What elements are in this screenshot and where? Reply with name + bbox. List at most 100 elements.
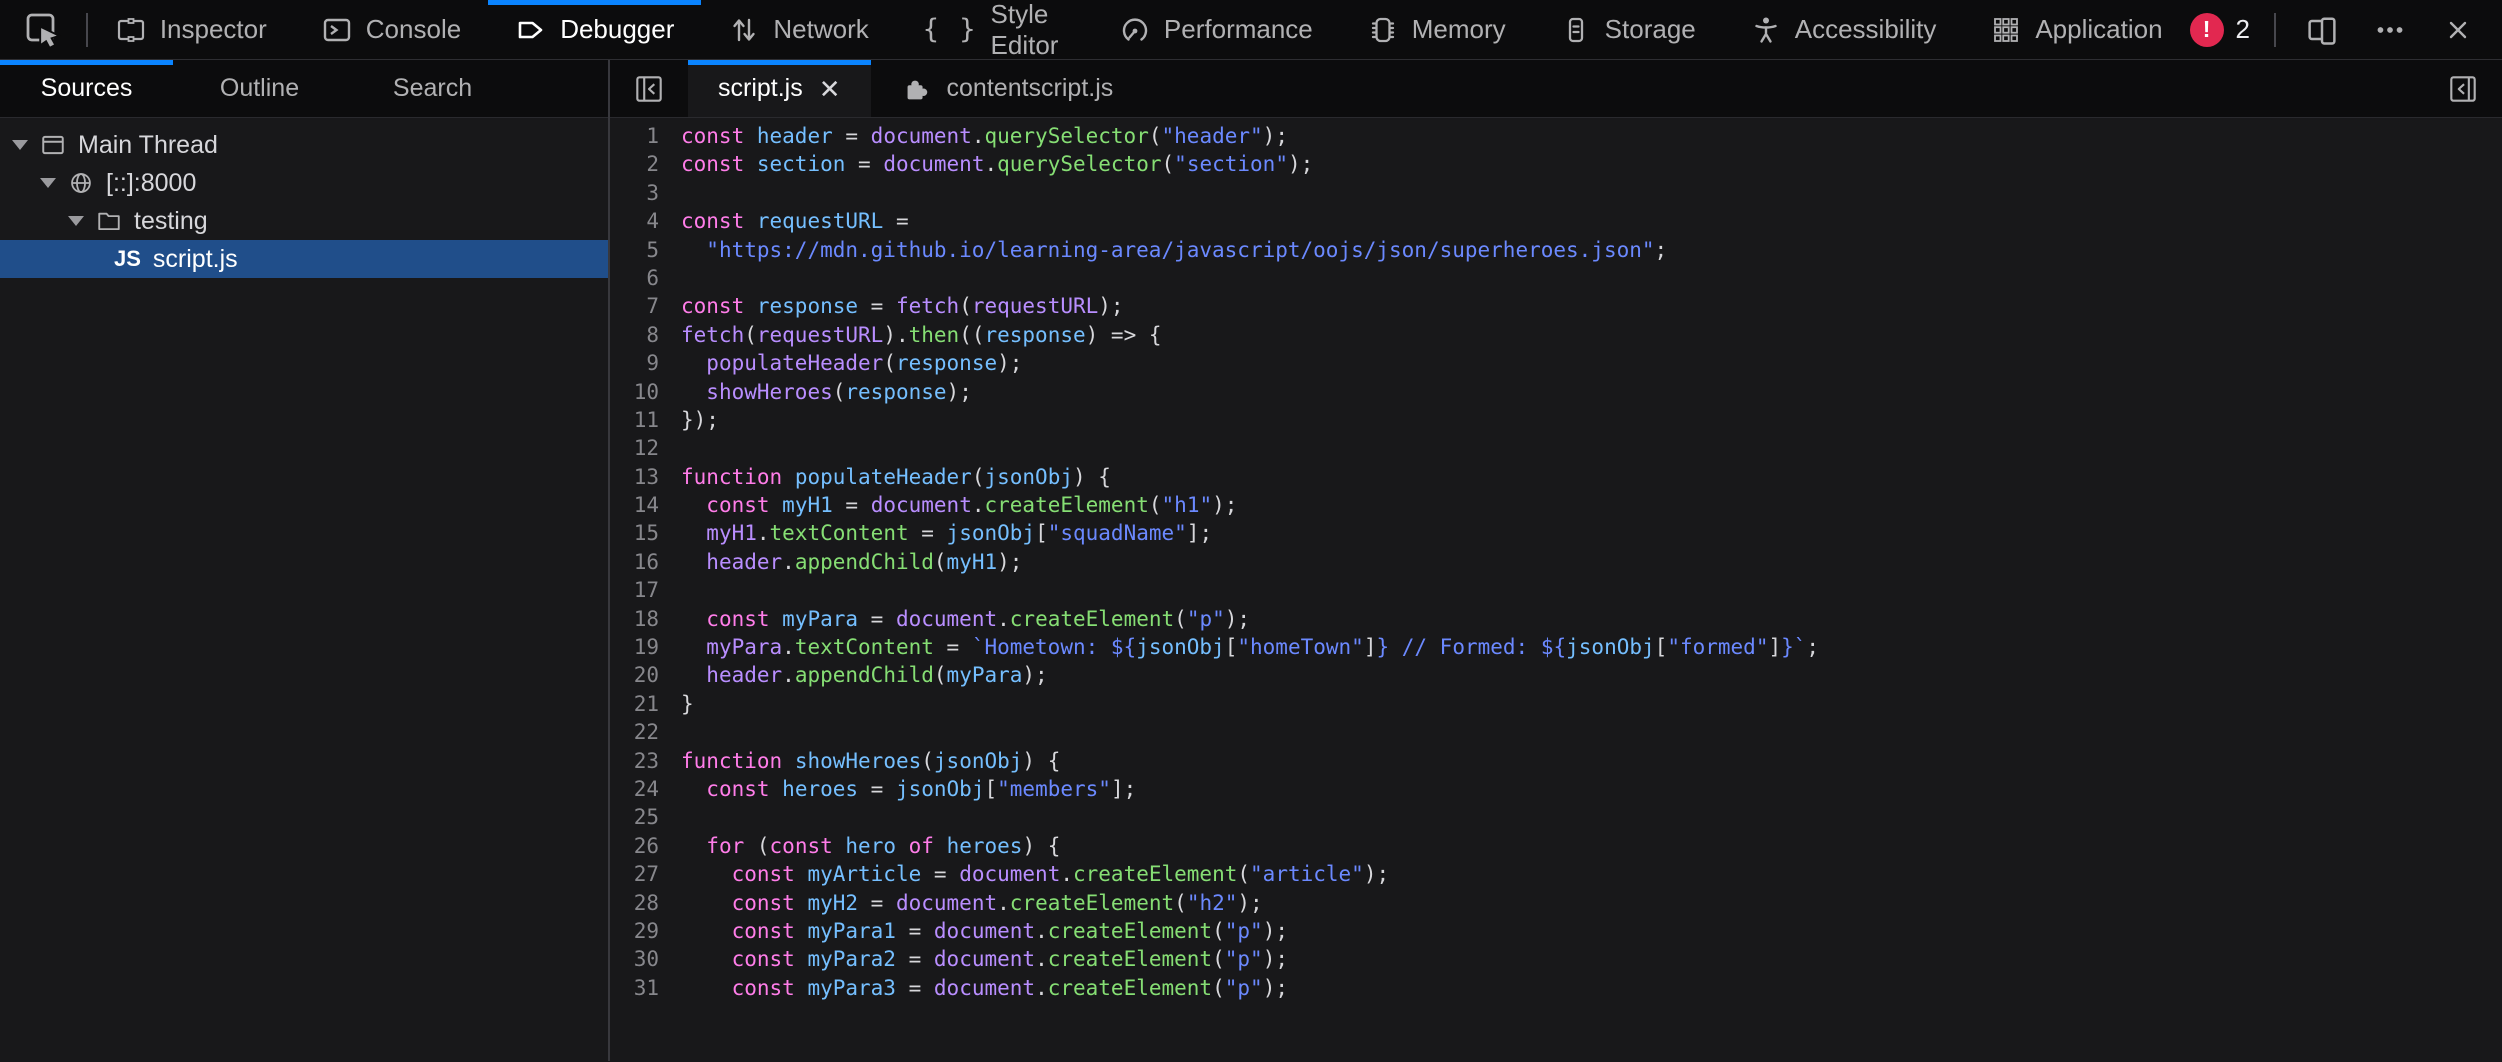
code-text[interactable] (668, 179, 681, 207)
node-picker-button[interactable] (0, 0, 86, 59)
tab-performance[interactable]: Performance (1092, 0, 1340, 59)
code-text[interactable] (668, 803, 681, 831)
code-pane[interactable]: 1const header = document.querySelector("… (610, 118, 2502, 1002)
expand-arrow-icon[interactable] (12, 140, 28, 150)
close-devtools-button[interactable] (2436, 8, 2480, 52)
line-number[interactable]: 28 (610, 889, 668, 917)
code-text[interactable]: const myPara2 = document.createElement("… (668, 945, 1288, 973)
code-text[interactable]: const myPara3 = document.createElement("… (668, 974, 1288, 1002)
line-number[interactable]: 4 (610, 207, 668, 235)
line-number[interactable]: 17 (610, 576, 668, 604)
line-number[interactable]: 6 (610, 264, 668, 292)
line-number[interactable]: 3 (610, 179, 668, 207)
responsive-design-mode-button[interactable] (2300, 8, 2344, 52)
code-text[interactable]: const response = fetch(requestURL); (668, 292, 1124, 320)
code-line[interactable]: 17 (610, 576, 2502, 604)
code-text[interactable]: }); (668, 406, 719, 434)
code-text[interactable]: function showHeroes(jsonObj) { (668, 747, 1060, 775)
code-text[interactable]: header.appendChild(myH1); (668, 548, 1022, 576)
code-text[interactable] (668, 718, 681, 746)
code-text[interactable] (668, 576, 681, 604)
line-number[interactable]: 19 (610, 633, 668, 661)
tree-item-main-thread[interactable]: Main Thread (0, 126, 608, 164)
code-line[interactable]: 27 const myArticle = document.createElem… (610, 860, 2502, 888)
code-text[interactable]: fetch(requestURL).then((response) => { (668, 321, 1162, 349)
code-text[interactable]: populateHeader(response); (668, 349, 1022, 377)
meatball-menu-button[interactable] (2368, 8, 2412, 52)
line-number[interactable]: 5 (610, 236, 668, 264)
code-line[interactable]: 3 (610, 179, 2502, 207)
line-number[interactable]: 22 (610, 718, 668, 746)
code-text[interactable]: header.appendChild(myPara); (668, 661, 1048, 689)
code-text[interactable]: "https://mdn.github.io/learning-area/jav… (668, 236, 1667, 264)
code-text[interactable] (668, 264, 681, 292)
tab-outline[interactable]: Outline (173, 60, 346, 117)
code-line[interactable]: 4const requestURL = (610, 207, 2502, 235)
line-number[interactable]: 14 (610, 491, 668, 519)
code-line[interactable]: 12 (610, 434, 2502, 462)
line-number[interactable]: 27 (610, 860, 668, 888)
code-text[interactable]: const heroes = jsonObj["members"]; (668, 775, 1136, 803)
code-line[interactable]: 28 const myH2 = document.createElement("… (610, 889, 2502, 917)
line-number[interactable]: 15 (610, 519, 668, 547)
line-number[interactable]: 18 (610, 605, 668, 633)
code-text[interactable]: const myArticle = document.createElement… (668, 860, 1389, 888)
code-line[interactable]: 1const header = document.querySelector("… (610, 122, 2502, 150)
code-text[interactable]: const myPara1 = document.createElement("… (668, 917, 1288, 945)
tab-storage[interactable]: Storage (1533, 0, 1723, 59)
code-line[interactable]: 6 (610, 264, 2502, 292)
line-number[interactable]: 20 (610, 661, 668, 689)
line-number[interactable]: 8 (610, 321, 668, 349)
tree-item-testing-folder[interactable]: testing (0, 202, 608, 240)
code-text[interactable]: const myH1 = document.createElement("h1"… (668, 491, 1237, 519)
tree-item-host[interactable]: [::]:8000 (0, 164, 608, 202)
error-badge-icon[interactable]: ! (2190, 13, 2224, 47)
code-line[interactable]: 10 showHeroes(response); (610, 378, 2502, 406)
tab-console[interactable]: Console (294, 0, 488, 59)
line-number[interactable]: 23 (610, 747, 668, 775)
tab-sources[interactable]: Sources (0, 60, 173, 117)
code-text[interactable]: const header = document.querySelector("h… (668, 122, 1288, 150)
line-number[interactable]: 12 (610, 434, 668, 462)
tab-memory[interactable]: Memory (1340, 0, 1533, 59)
code-line[interactable]: 13function populateHeader(jsonObj) { (610, 463, 2502, 491)
code-line[interactable]: 14 const myH1 = document.createElement("… (610, 491, 2502, 519)
code-line[interactable]: 24 const heroes = jsonObj["members"]; (610, 775, 2502, 803)
expand-right-panel-button[interactable] (2424, 60, 2502, 117)
code-text[interactable]: myH1.textContent = jsonObj["squadName"]; (668, 519, 1212, 547)
code-line[interactable]: 18 const myPara = document.createElement… (610, 605, 2502, 633)
code-line[interactable]: 19 myPara.textContent = `Hometown: ${jso… (610, 633, 2502, 661)
expand-arrow-icon[interactable] (40, 178, 56, 188)
collapse-sources-panel-button[interactable] (610, 60, 688, 117)
line-number[interactable]: 2 (610, 150, 668, 178)
close-tab-icon[interactable]: ✕ (819, 76, 841, 102)
tab-application[interactable]: Application (1963, 0, 2189, 59)
code-line[interactable]: 26 for (const hero of heroes) { (610, 832, 2502, 860)
line-number[interactable]: 31 (610, 974, 668, 1002)
code-line[interactable]: 21} (610, 690, 2502, 718)
editor-tab-script-js[interactable]: script.js ✕ (688, 60, 871, 117)
code-line[interactable]: 22 (610, 718, 2502, 746)
code-text[interactable]: const requestURL = (668, 207, 909, 235)
code-line[interactable]: 29 const myPara1 = document.createElemen… (610, 917, 2502, 945)
line-number[interactable]: 10 (610, 378, 668, 406)
tab-debugger[interactable]: Debugger (488, 0, 701, 59)
code-line[interactable]: 16 header.appendChild(myH1); (610, 548, 2502, 576)
tree-item-script-js[interactable]: JS script.js (0, 240, 608, 278)
line-number[interactable]: 25 (610, 803, 668, 831)
editor-tab-contentscript-js[interactable]: contentscript.js (871, 60, 1144, 117)
code-text[interactable]: const section = document.querySelector("… (668, 150, 1313, 178)
tab-style-editor[interactable]: { } Style Editor (896, 0, 1092, 59)
line-number[interactable]: 9 (610, 349, 668, 377)
code-line[interactable]: 7const response = fetch(requestURL); (610, 292, 2502, 320)
code-text[interactable]: for (const hero of heroes) { (668, 832, 1060, 860)
tab-network[interactable]: Network (701, 0, 895, 59)
line-number[interactable]: 21 (610, 690, 668, 718)
line-number[interactable]: 24 (610, 775, 668, 803)
line-number[interactable]: 11 (610, 406, 668, 434)
code-text[interactable] (668, 434, 681, 462)
line-number[interactable]: 30 (610, 945, 668, 973)
code-text[interactable]: showHeroes(response); (668, 378, 972, 406)
code-line[interactable]: 20 header.appendChild(myPara); (610, 661, 2502, 689)
code-text[interactable]: } (668, 690, 694, 718)
